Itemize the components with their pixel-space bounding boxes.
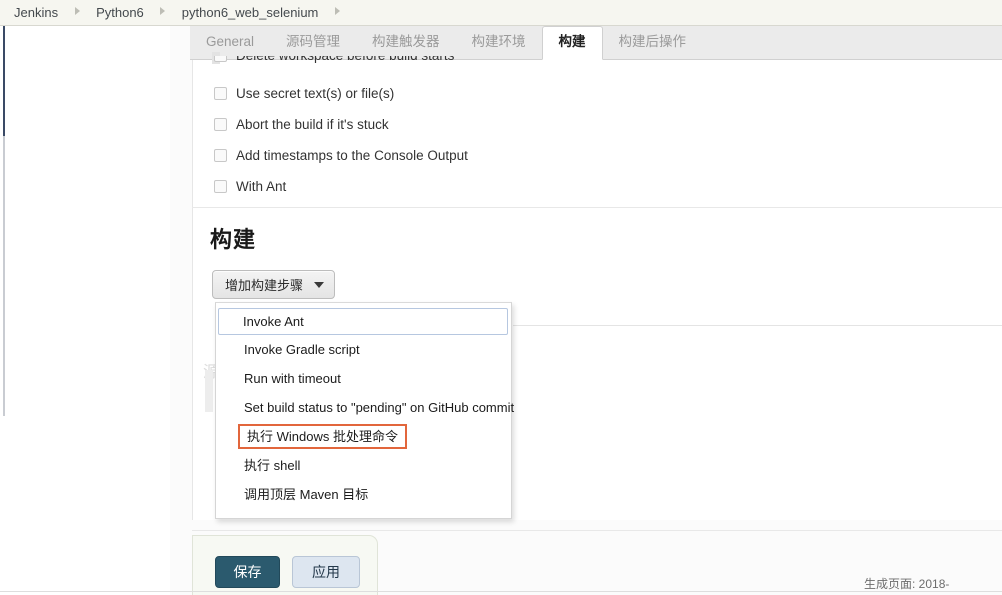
- checkbox-label-abort-stuck: Abort the build if it's stuck: [236, 117, 389, 132]
- tab-build-environment[interactable]: 构建环境: [456, 27, 542, 59]
- tab-post-build-actions[interactable]: 构建后操作: [603, 27, 703, 59]
- checkbox-row-abort-stuck[interactable]: Abort the build if it's stuck: [214, 117, 389, 132]
- page-title-build: 构建: [210, 227, 257, 252]
- left-edge-marker-lower: [3, 136, 5, 416]
- tab-build-triggers[interactable]: 构建触发器: [356, 27, 456, 59]
- checkbox-add-timestamps[interactable]: [214, 149, 227, 162]
- page-bottom-border: [0, 591, 1002, 592]
- checkbox-row-use-secret[interactable]: Use secret text(s) or file(s): [214, 86, 394, 101]
- menu-item-invoke-ant[interactable]: Invoke Ant: [218, 308, 508, 335]
- menu-item-set-build-status[interactable]: Set build status to "pending" on GitHub …: [218, 393, 514, 422]
- left-edge-marker: [3, 26, 5, 136]
- section-divider: [192, 207, 1002, 208]
- menu-item-execute-shell[interactable]: 执行 shell: [218, 451, 509, 480]
- chevron-right-icon: [327, 7, 347, 17]
- tab-build[interactable]: 构建: [541, 26, 603, 60]
- checkbox-row-delete-workspace[interactable]: Delete workspace before build starts: [214, 56, 634, 68]
- add-build-step-button[interactable]: 增加构建步骤: [212, 270, 336, 299]
- form-divider-right: [513, 325, 1002, 326]
- apply-button[interactable]: 应用: [292, 556, 360, 588]
- breadcrumb-item-job[interactable]: python6_web_selenium: [182, 5, 319, 20]
- tab-general[interactable]: General: [190, 27, 270, 59]
- breadcrumb-item-jenkins[interactable]: Jenkins: [14, 5, 58, 20]
- save-button[interactable]: 保存: [215, 556, 280, 588]
- chevron-right-icon: [153, 7, 173, 17]
- breadcrumb: Jenkins Python6 python6_web_selenium: [0, 0, 1002, 26]
- tab-source-management[interactable]: 源码管理: [270, 27, 356, 59]
- footer-generated-time: 生成页面: 2018-: [864, 577, 950, 591]
- menu-item-invoke-gradle[interactable]: Invoke Gradle script: [218, 335, 509, 364]
- chevron-right-icon: [67, 7, 87, 17]
- checkbox-use-secret[interactable]: [214, 87, 227, 100]
- checkbox-label-add-timestamps: Add timestamps to the Console Output: [236, 148, 468, 163]
- add-build-step-label: 增加构建步骤: [225, 278, 304, 293]
- checkbox-abort-stuck[interactable]: [214, 118, 227, 131]
- menu-item-row-windows-batch: 执行 Windows 批处理命令: [216, 422, 511, 451]
- checkbox-label-use-secret: Use secret text(s) or file(s): [236, 86, 395, 101]
- checkbox-row-add-timestamps[interactable]: Add timestamps to the Console Output: [214, 148, 468, 163]
- checkbox-label-delete-workspace: Delete workspace before build starts: [236, 56, 454, 63]
- checkbox-label-with-ant: With Ant: [236, 179, 287, 194]
- checkbox-delete-workspace[interactable]: [214, 56, 227, 62]
- checkbox-with-ant[interactable]: [214, 180, 227, 193]
- menu-item-execute-windows-batch[interactable]: 执行 Windows 批处理命令: [238, 424, 407, 449]
- page-root: Jenkins Python6 python6_web_selenium Gen…: [0, 0, 1002, 595]
- left-blank-column: [0, 26, 170, 595]
- build-step-dropdown-menu[interactable]: Invoke Ant Invoke Gradle script Run with…: [215, 302, 514, 519]
- breadcrumb-item-python6[interactable]: Python6: [96, 5, 144, 20]
- menu-item-invoke-top-level-maven[interactable]: 调用顶层 Maven 目标: [218, 480, 509, 509]
- background-ghost-bar: [205, 370, 213, 412]
- menu-item-run-with-timeout[interactable]: Run with timeout: [218, 364, 509, 393]
- form-bottom-divider: [192, 530, 1002, 531]
- chevron-down-icon: [314, 281, 325, 288]
- config-tabs: General 源码管理 构建触发器 构建环境 构建 构建后操作: [190, 26, 1002, 60]
- checkbox-row-with-ant[interactable]: With Ant: [214, 179, 286, 194]
